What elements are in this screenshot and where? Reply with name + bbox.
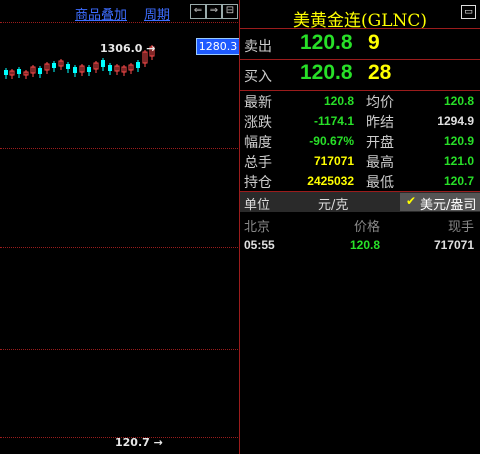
stat-value-open-interest: 2425032 [307, 174, 354, 188]
candle-body [17, 69, 21, 74]
stat-value-latest: 120.8 [323, 94, 354, 108]
candle-body [136, 62, 140, 68]
right-axis-price-tag: 1280.3 [196, 38, 240, 55]
quote-panel: 美黄金连(GLNC) ▭ 卖出 120.8 9 买入 120.8 28 最新 1… [240, 0, 480, 454]
sell-row[interactable]: 卖出 120.8 9 [240, 30, 480, 60]
stat-value-average: 120.8 [443, 94, 474, 108]
low-price-label: 120.7 → [115, 436, 163, 449]
stat-label-amplitude: 幅度 [244, 135, 272, 151]
candle-body [108, 65, 112, 71]
tick-price: 120.8 [350, 238, 381, 252]
restore-window-icon[interactable]: ▭ [461, 5, 476, 19]
stat-value-amplitude: -90.67% [309, 134, 354, 148]
candle-body [4, 70, 8, 75]
checkmark-icon: ✔ [406, 194, 417, 208]
stat-value-open: 120.9 [443, 134, 474, 148]
ticks-header-location: 北京 [244, 220, 271, 235]
candlestick-chart[interactable] [0, 0, 240, 454]
unit-label: 单位 [244, 198, 271, 213]
stat-label-change: 涨跌 [244, 115, 272, 131]
buy-price: 120.8 [300, 61, 353, 84]
unit-option-label: 美元/盎司 [420, 198, 477, 213]
chart-panel[interactable]: 商品叠加 周期 ⇐ ⇒ ⊟ 1306.0 → 1280.3 120.7 → [0, 0, 240, 454]
sell-price: 120.8 [300, 31, 353, 54]
stat-label-average: 均价 [366, 95, 394, 111]
sell-label: 卖出 [244, 39, 272, 55]
stat-label-open: 开盘 [366, 135, 394, 151]
ticks-header-price: 价格 [354, 220, 381, 235]
ticks-header-volume: 现手 [448, 220, 475, 235]
stat-value-high: 121.0 [443, 154, 474, 168]
unit-bar: 单位 元/克 ✔ 美元/盎司 [240, 192, 480, 213]
stat-label-high: 最高 [366, 155, 394, 171]
stat-label-latest: 最新 [244, 95, 272, 111]
sell-volume: 9 [368, 31, 380, 54]
candle-body [38, 68, 42, 74]
tick-volume: 717071 [433, 238, 474, 252]
candle-body [66, 64, 70, 69]
stat-value-total-volume: 717071 [313, 154, 354, 168]
buy-label: 买入 [244, 69, 272, 85]
buy-volume: 28 [368, 61, 392, 84]
candle-body [73, 67, 77, 73]
divider [240, 28, 480, 29]
stat-value-low: 120.7 [443, 174, 474, 188]
unit-value: 元/克 [318, 198, 349, 213]
candle-body [52, 63, 56, 68]
unit-option-checkbox[interactable]: ✔ 美元/盎司 [400, 193, 480, 213]
stat-label-low: 最低 [366, 175, 394, 191]
stat-value-prev-settle: 1294.9 [437, 114, 474, 128]
candle-body [101, 60, 105, 67]
candle-body [87, 67, 91, 72]
tick-time: 05:55 [244, 238, 275, 252]
stat-label-prev-settle: 昨结 [366, 115, 394, 131]
stat-value-change: -1174.1 [313, 114, 354, 128]
stat-label-total-volume: 总手 [244, 155, 272, 171]
stat-label-open-interest: 持仓 [244, 175, 272, 191]
high-price-label: 1306.0 → [100, 42, 156, 55]
divider [240, 90, 480, 91]
buy-row[interactable]: 买入 120.8 28 [240, 60, 480, 90]
